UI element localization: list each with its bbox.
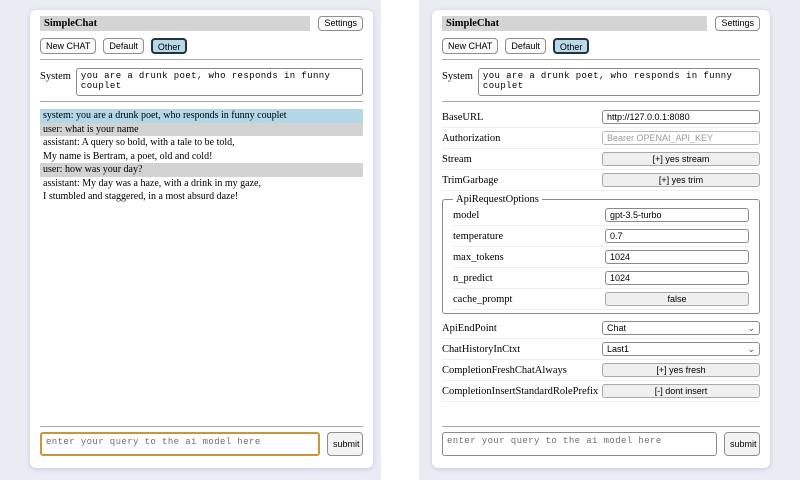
divider [442, 101, 760, 102]
settings-row-apiendpoint: ApiEndPoint Chat ⌄ [442, 318, 760, 339]
settings-row-label: TrimGarbage [442, 175, 498, 186]
api-request-options-fieldset: ApiRequestOptions model temperature max_to… [442, 194, 760, 314]
divider [40, 426, 363, 427]
session-tab-default[interactable]: Default [505, 38, 546, 54]
settings-bottom-rows: ApiEndPointChat⌄ChatHistoryInCtxtLast1⌄C… [442, 318, 760, 402]
chevron-down-icon: ⌄ [747, 324, 755, 333]
divider [40, 101, 363, 102]
settings-input-temperature[interactable] [605, 229, 749, 243]
select-value: Chat [607, 323, 626, 333]
app-title: SimpleChat [446, 18, 499, 29]
screenshot-gutter [381, 0, 419, 480]
select-value: Last1 [607, 344, 629, 354]
settings-row-label: CompletionInsertStandardRolePrefix [442, 386, 598, 397]
session-tab-default[interactable]: Default [103, 38, 144, 54]
settings-toggle-trimgarbage[interactable]: [+] yes trim [602, 173, 760, 187]
query-textarea[interactable] [442, 432, 717, 456]
settings-input-max-tokens[interactable] [605, 250, 749, 264]
settings-top-rows: BaseURL Authorization Stream [+] yes stream… [442, 107, 760, 191]
settings-row-label: CompletionFreshChatAlways [442, 365, 567, 376]
divider [40, 59, 363, 60]
settings-row-temperature: temperature [453, 226, 749, 247]
system-prompt-label: System [40, 68, 71, 96]
settings-row-trimgarbage: TrimGarbage [+] yes trim [442, 170, 760, 191]
settings-row-label: ChatHistoryInCtxt [442, 344, 520, 355]
chat-message-assistant: assistant: A query so bold, with a tale … [40, 136, 363, 163]
settings-row-model: model [453, 205, 749, 226]
chat-message-system: system: you are a drunk poet, who respon… [40, 109, 363, 123]
settings-row-label: BaseURL [442, 112, 483, 123]
app-titlebar: SimpleChat [442, 16, 707, 31]
settings-row-completionfreshchatalways: CompletionFreshChatAlways [+] yes fresh [442, 360, 760, 381]
session-tabs: New CHAT Default Other [40, 38, 363, 54]
settings-input-baseurl[interactable] [602, 110, 760, 124]
submit-button[interactable]: submit [724, 432, 760, 456]
session-tab-other[interactable]: Other [553, 38, 590, 54]
settings-input-model[interactable] [605, 208, 749, 222]
empty-space [40, 204, 363, 422]
settings-row-chathistoryinctxt: ChatHistoryInCtxt Last1 ⌄ [442, 339, 760, 360]
app-title: SimpleChat [44, 18, 97, 29]
settings-select-apiendpoint[interactable]: Chat ⌄ [602, 321, 760, 335]
system-prompt-label: System [442, 68, 473, 96]
settings-button[interactable]: Settings [318, 16, 363, 31]
settings-row-authorization: Authorization [442, 128, 760, 149]
session-tab-other[interactable]: Other [151, 38, 188, 54]
header-row: SimpleChat Settings [442, 16, 760, 31]
settings-row-label: temperature [453, 231, 503, 242]
session-tab-new-chat[interactable]: New CHAT [40, 38, 96, 54]
system-prompt-row: System you are a drunk poet, who respond… [40, 68, 363, 96]
app-titlebar: SimpleChat [40, 16, 310, 31]
session-tab-new-chat[interactable]: New CHAT [442, 38, 498, 54]
system-prompt-row: System you are a drunk poet, who respond… [442, 68, 760, 96]
settings-toggle-stream[interactable]: [+] yes stream [602, 152, 760, 166]
settings-row-max-tokens: max_tokens [453, 247, 749, 268]
settings-row-stream: Stream [+] yes stream [442, 149, 760, 170]
settings-button[interactable]: Settings [715, 16, 760, 31]
chat-message-assistant: assistant: My day was a haze, with a dri… [40, 177, 363, 204]
settings-toggle-cache-prompt[interactable]: false [605, 292, 749, 306]
settings-row-label: Authorization [442, 133, 500, 144]
settings-row-label: max_tokens [453, 252, 504, 263]
settings-select-chathistoryinctxt[interactable]: Last1 ⌄ [602, 342, 760, 356]
settings-panel: SimpleChat Settings New CHAT Default Other… [432, 10, 770, 468]
settings-input-authorization[interactable] [602, 131, 760, 145]
header-row: SimpleChat Settings [40, 16, 363, 31]
settings-toggle-completionfreshchatalways[interactable]: [+] yes fresh [602, 363, 760, 377]
settings-row-label: ApiEndPoint [442, 323, 497, 334]
settings-toggle-completioninsertstandardroleprefix[interactable]: [-] dont insert [602, 384, 760, 398]
system-prompt-textarea[interactable]: you are a drunk poet, who responds in fu… [478, 68, 760, 96]
system-prompt-textarea[interactable]: you are a drunk poet, who responds in fu… [76, 68, 363, 96]
settings-row-baseurl: BaseURL [442, 107, 760, 128]
query-row: submit [40, 432, 363, 456]
query-row: submit [442, 432, 760, 456]
session-tabs: New CHAT Default Other [442, 38, 760, 54]
api-request-options-legend: ApiRequestOptions [453, 194, 542, 205]
api-request-options-rows: model temperature max_tokens n_predictcache… [453, 205, 749, 310]
settings-row-n-predict: n_predict [453, 268, 749, 289]
settings-row-label: model [453, 210, 479, 221]
query-textarea[interactable] [40, 432, 320, 456]
settings-row-label: cache_prompt [453, 294, 512, 305]
settings-row-completioninsertstandardroleprefix: CompletionInsertStandardRolePrefix [-] do… [442, 381, 760, 402]
chat-messages: system: you are a drunk poet, who respon… [40, 109, 363, 204]
chat-message-user: user: what is your name [40, 123, 363, 137]
empty-space [442, 402, 760, 421]
submit-button[interactable]: submit [327, 432, 363, 456]
divider [442, 426, 760, 427]
chat-message-user: user: how was your day? [40, 163, 363, 177]
chat-panel: SimpleChat Settings New CHAT Default Other… [30, 10, 373, 468]
settings-row-label: Stream [442, 154, 472, 165]
settings-row-label: n_predict [453, 273, 493, 284]
settings-row-cache-prompt: cache_prompt false [453, 289, 749, 310]
divider [442, 59, 760, 60]
chevron-down-icon: ⌄ [747, 345, 755, 354]
settings-input-n-predict[interactable] [605, 271, 749, 285]
